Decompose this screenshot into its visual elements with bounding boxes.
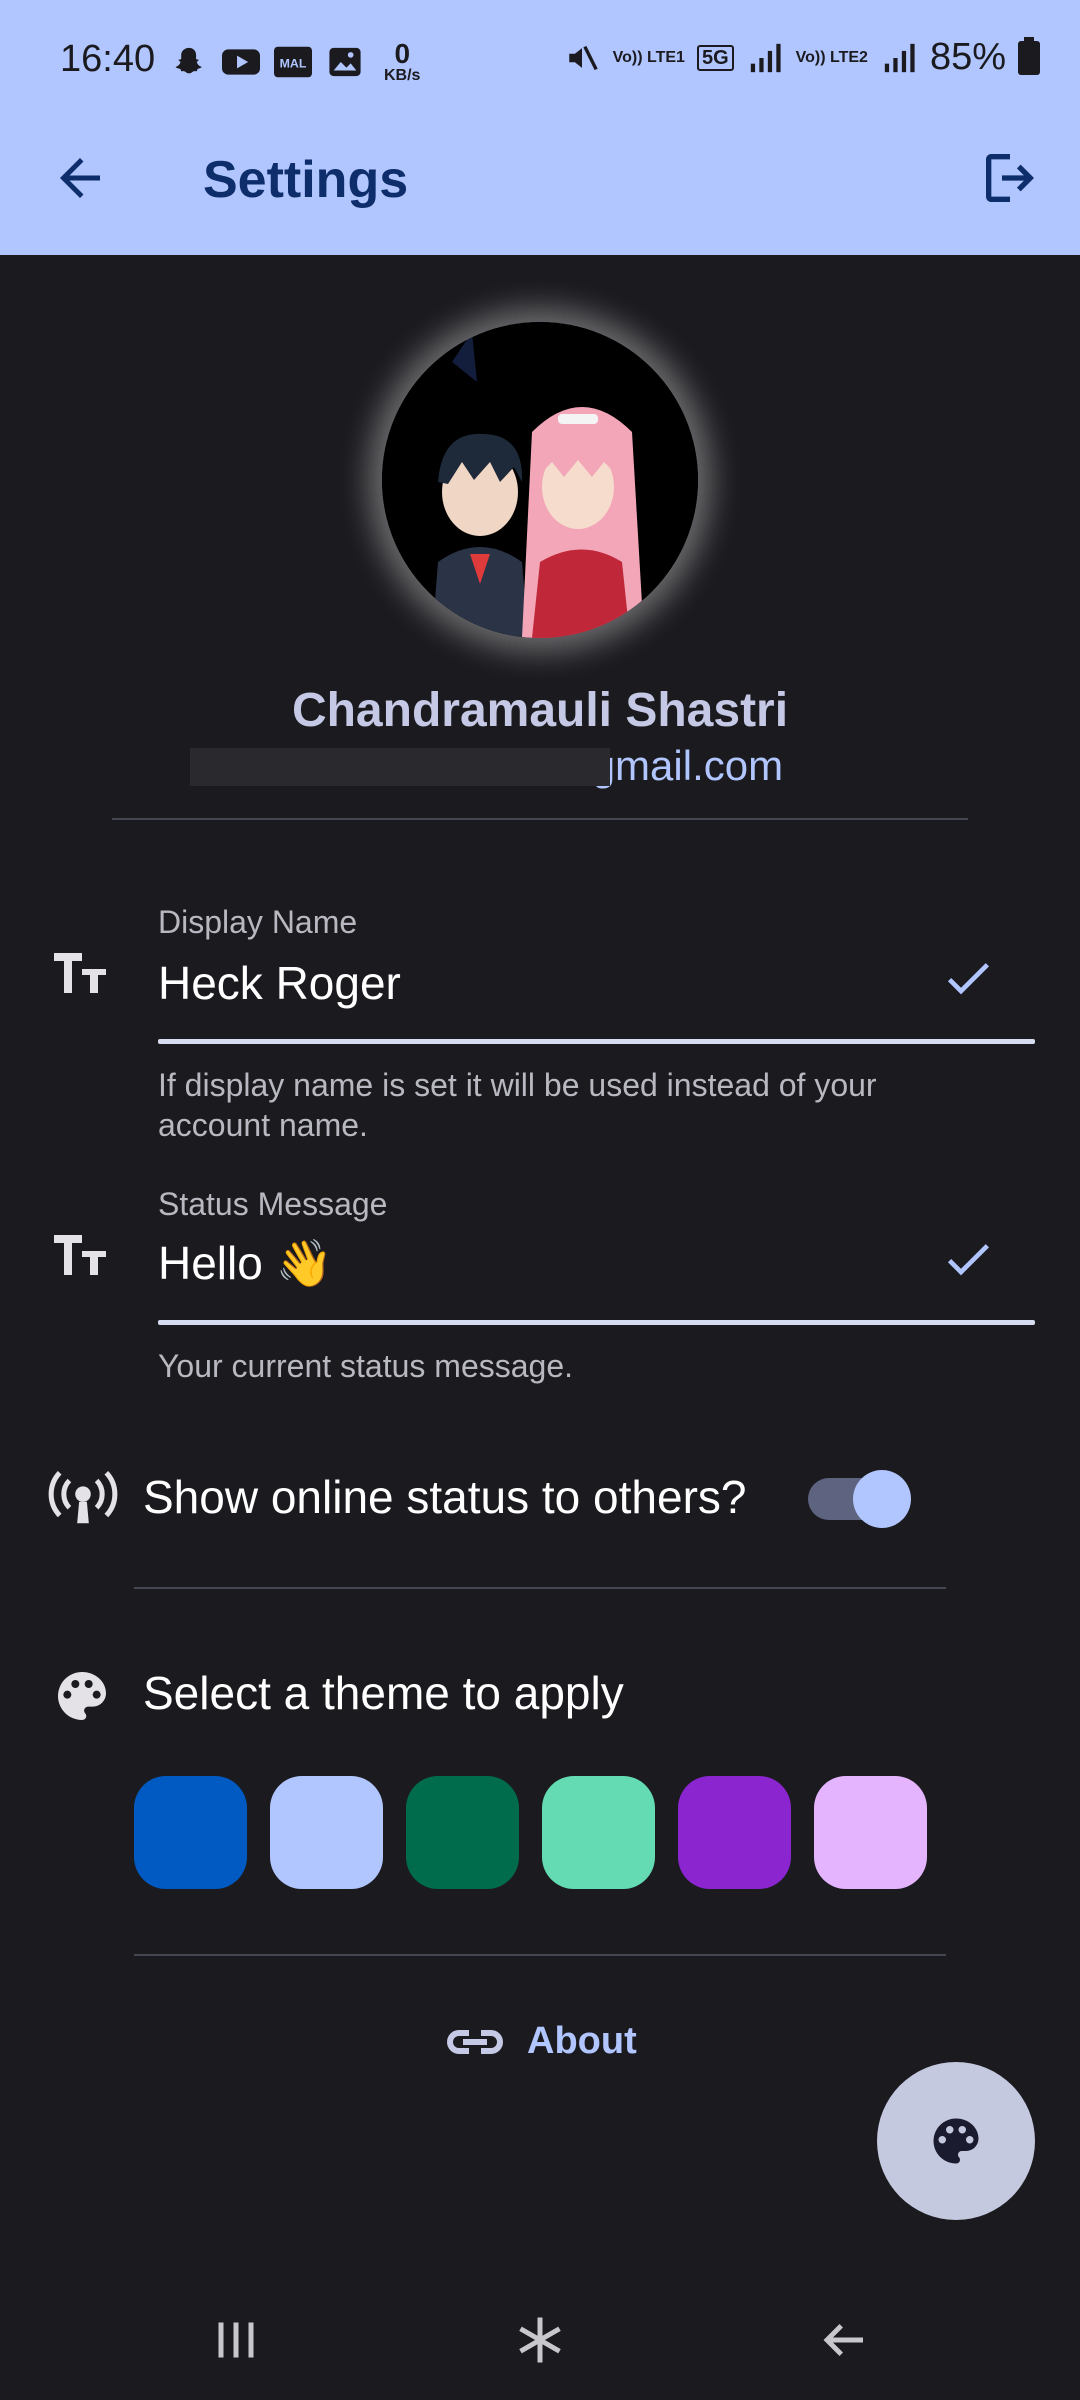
top-bar: 16:40 MAL 0 KB/s Vo)) LTE1 5G Vo)) LTE2 … — [0, 0, 1080, 255]
back-arrow-icon — [823, 2324, 863, 2356]
theme-swatch[interactable] — [814, 1776, 927, 1889]
theme-swatches — [134, 1776, 927, 1889]
net-type: 5G — [696, 44, 734, 71]
online-status-toggle-thumb[interactable] — [853, 1470, 911, 1528]
page-title: Settings — [203, 151, 409, 209]
theme-swatch[interactable] — [270, 1776, 383, 1889]
logout-button[interactable] — [978, 146, 1042, 210]
toggle-divider — [134, 1587, 946, 1589]
signal-2-icon — [880, 41, 918, 75]
mal-icon: MAL — [274, 45, 312, 79]
asterisk-home-icon — [519, 2317, 561, 2363]
recents-icon — [218, 2322, 254, 2358]
theme-swatch[interactable] — [406, 1776, 519, 1889]
theme-fab-button[interactable] — [877, 2062, 1035, 2220]
profile-name: Chandramauli Shastri — [291, 684, 789, 737]
broadcast-icon — [48, 1468, 118, 1528]
battery-percent: 85% — [929, 36, 1006, 78]
sim1-label: Vo)) LTE1 — [612, 48, 685, 66]
svg-text:MAL: MAL — [280, 57, 307, 71]
palette-icon — [933, 2118, 979, 2164]
status-message-label: Status Message — [158, 1186, 388, 1222]
youtube-icon — [222, 45, 260, 79]
status-bar: 16:40 MAL 0 KB/s Vo)) LTE1 5G Vo)) LTE2 … — [0, 0, 1080, 120]
gallery-icon — [326, 45, 364, 79]
theme-swatch[interactable] — [134, 1776, 247, 1889]
check-icon — [947, 1244, 989, 1276]
display-name-underline — [158, 1039, 1035, 1044]
email-redaction — [190, 748, 610, 786]
status-time: 16:40 — [60, 38, 156, 80]
theme-swatch[interactable] — [678, 1776, 791, 1889]
about-button[interactable]: About — [445, 2020, 637, 2063]
sim2-label: Vo)) LTE2 — [795, 48, 868, 66]
notification-icons: MAL 0 KB/s — [170, 40, 420, 84]
recents-button[interactable] — [206, 2310, 266, 2370]
back-button[interactable] — [50, 148, 110, 208]
about-label: About — [527, 2020, 637, 2062]
mute-icon — [563, 41, 601, 75]
check-icon — [947, 963, 989, 995]
theme-label: Select a theme to apply — [143, 1667, 624, 1719]
system-icons: Vo)) LTE1 5G Vo)) LTE2 85% — [563, 36, 1040, 79]
theme-divider — [134, 1954, 946, 1956]
battery-icon — [1018, 36, 1040, 75]
status-message-confirm-button[interactable] — [940, 1231, 996, 1287]
display-name-label: Display Name — [158, 904, 358, 940]
status-message-input[interactable]: Hello 👋 — [158, 1236, 333, 1291]
status-message-help: Your current status message. — [158, 1348, 574, 1384]
nav-back-button[interactable] — [813, 2310, 873, 2370]
text-format-icon — [50, 948, 110, 998]
snapchat-icon — [170, 45, 208, 79]
arrow-left-icon — [60, 158, 100, 198]
display-name-input[interactable]: Heck Roger — [158, 956, 401, 1010]
theme-swatch[interactable] — [542, 1776, 655, 1889]
avatar-image — [382, 322, 698, 638]
palette-icon — [50, 1664, 114, 1728]
home-button[interactable] — [510, 2310, 570, 2370]
online-status-label: Show online status to others? — [143, 1471, 747, 1523]
system-nav-bar — [0, 2280, 1080, 2400]
display-name-confirm-button[interactable] — [940, 950, 996, 1006]
net-speed: 0 KB/s — [384, 38, 421, 84]
logout-icon — [986, 154, 1034, 202]
profile-divider — [112, 818, 968, 820]
text-format-icon — [50, 1230, 110, 1280]
avatar[interactable] — [382, 322, 698, 638]
status-message-underline — [158, 1320, 1035, 1325]
display-name-help: If display name is set it will be used i… — [158, 1067, 877, 1143]
link-icon — [447, 2029, 503, 2054]
signal-1-icon — [746, 41, 784, 75]
